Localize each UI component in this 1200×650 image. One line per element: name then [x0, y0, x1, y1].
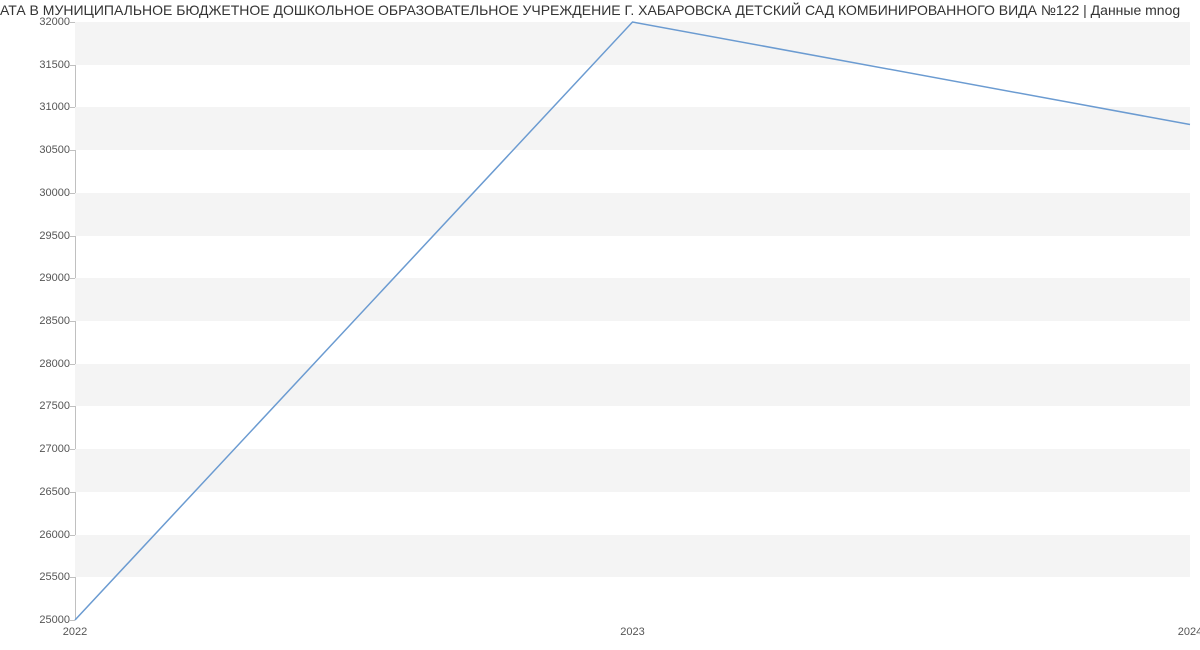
- y-tick-mark: [70, 278, 75, 279]
- x-tick-label: 2024: [1178, 626, 1200, 638]
- y-tick-label: 30500: [39, 144, 70, 156]
- y-tick-mark: [70, 150, 75, 151]
- y-tick-mark: [70, 406, 75, 407]
- y-tick-label: 32000: [39, 16, 70, 28]
- y-tick-label: 26500: [39, 486, 70, 498]
- y-tick-label: 25000: [39, 614, 70, 626]
- plot-area: [75, 22, 1190, 620]
- x-tick-label: 2023: [620, 626, 644, 638]
- line-chart-svg: [75, 22, 1190, 620]
- y-tick-mark: [70, 364, 75, 365]
- chart-container: АТА В МУНИЦИПАЛЬНОЕ БЮДЖЕТНОЕ ДОШКОЛЬНОЕ…: [0, 0, 1200, 650]
- y-tick-label: 25500: [39, 571, 70, 583]
- chart-title: АТА В МУНИЦИПАЛЬНОЕ БЮДЖЕТНОЕ ДОШКОЛЬНОЕ…: [0, 0, 1200, 22]
- y-tick-label: 29000: [39, 272, 70, 284]
- x-tick-label: 2022: [63, 626, 87, 638]
- y-tick-mark: [70, 321, 75, 322]
- data-series-line: [75, 22, 1190, 620]
- y-tick-label: 28000: [39, 358, 70, 370]
- y-tick-label: 30000: [39, 187, 70, 199]
- y-tick-label: 27500: [39, 400, 70, 412]
- y-tick-mark: [70, 107, 75, 108]
- y-tick-label: 28500: [39, 315, 70, 327]
- y-tick-label: 31500: [39, 59, 70, 71]
- y-tick-mark: [70, 449, 75, 450]
- y-tick-label: 26000: [39, 529, 70, 541]
- y-tick-mark: [70, 535, 75, 536]
- y-tick-mark: [70, 492, 75, 493]
- y-tick-mark: [70, 236, 75, 237]
- y-tick-mark: [70, 65, 75, 66]
- y-tick-mark: [70, 620, 75, 621]
- y-tick-mark: [70, 22, 75, 23]
- y-tick-mark: [70, 193, 75, 194]
- y-tick-mark: [70, 577, 75, 578]
- y-tick-label: 27000: [39, 443, 70, 455]
- y-tick-label: 31000: [39, 101, 70, 113]
- y-tick-label: 29500: [39, 230, 70, 242]
